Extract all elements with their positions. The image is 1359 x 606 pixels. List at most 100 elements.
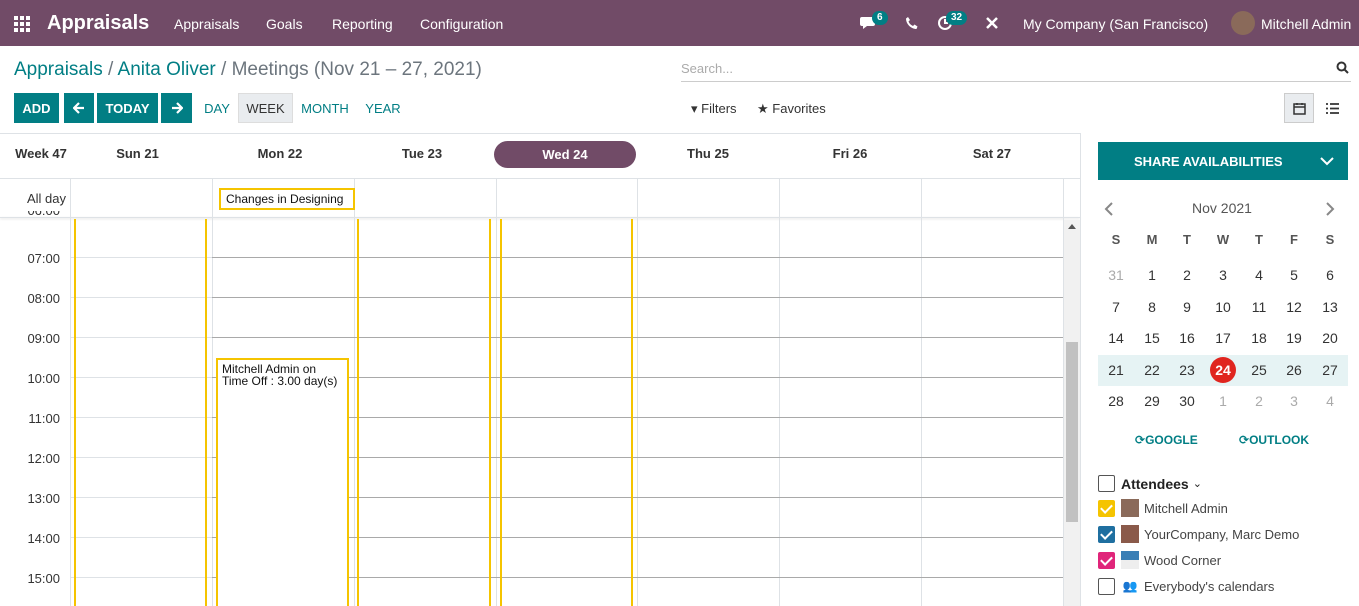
day-header-sun[interactable]: Sun 21: [70, 146, 205, 161]
mini-day[interactable]: 19: [1276, 323, 1312, 353]
mini-day[interactable]: 5: [1276, 260, 1312, 290]
mini-day[interactable]: 27: [1312, 355, 1348, 385]
divider: [0, 178, 1080, 179]
list-view-button[interactable]: [1317, 93, 1347, 123]
scale-year[interactable]: YEAR: [361, 93, 405, 123]
mini-day[interactable]: 10: [1205, 292, 1241, 322]
allday-label: All day: [26, 191, 66, 206]
mini-day[interactable]: 23: [1169, 355, 1205, 385]
user-menu[interactable]: Mitchell Admin: [1261, 16, 1351, 32]
mini-day[interactable]: 18: [1241, 323, 1277, 353]
attendees-header[interactable]: Attendees ⌄: [1098, 475, 1202, 492]
scale-month[interactable]: MONTH: [297, 93, 353, 123]
add-button[interactable]: ADD: [14, 93, 59, 123]
day-header-mon[interactable]: Mon 22: [212, 146, 348, 161]
mini-day-today[interactable]: 24: [1210, 357, 1236, 383]
mini-day[interactable]: 1: [1205, 386, 1241, 416]
chevron-down-icon[interactable]: ⌄: [1193, 477, 1202, 490]
previous-button[interactable]: [64, 93, 94, 123]
messages-badge: 6: [872, 11, 888, 25]
today-button[interactable]: TODAY: [97, 93, 158, 123]
app-title[interactable]: Appraisals: [47, 12, 149, 35]
breadcrumb-employee[interactable]: Anita Oliver: [118, 59, 216, 80]
mini-day[interactable]: 4: [1241, 260, 1277, 290]
calendar-view-button[interactable]: [1284, 93, 1314, 123]
day-header-tue[interactable]: Tue 23: [354, 146, 490, 161]
mini-day[interactable]: 21: [1098, 355, 1134, 385]
google-sync-button[interactable]: ⟳GOOGLE: [1135, 433, 1198, 447]
day-header-thu[interactable]: Thu 25: [638, 146, 778, 161]
attendee-checkbox[interactable]: [1098, 499, 1115, 517]
chevron-down-icon[interactable]: [1320, 156, 1334, 166]
scroll-up-icon[interactable]: [1068, 224, 1076, 229]
mini-day[interactable]: 8: [1134, 292, 1170, 322]
mini-day[interactable]: 2: [1241, 386, 1277, 416]
mini-day[interactable]: 14: [1098, 323, 1134, 353]
attendee-checkbox[interactable]: [1098, 551, 1115, 569]
mini-day[interactable]: 6: [1312, 260, 1348, 290]
time-label: 09:00: [27, 331, 60, 346]
avatar[interactable]: [1231, 11, 1255, 40]
attendee-item[interactable]: YourCompany, Marc Demo: [1098, 525, 1299, 543]
breadcrumb-appraisals[interactable]: Appraisals: [14, 59, 103, 80]
filters-dropdown[interactable]: ▾ Filters: [691, 101, 737, 117]
mini-day[interactable]: 3: [1205, 260, 1241, 290]
mini-day[interactable]: 26: [1276, 355, 1312, 385]
attendee-name: Mitchell Admin: [1144, 500, 1228, 516]
mini-day[interactable]: 12: [1276, 292, 1312, 322]
attendee-item[interactable]: 👥 Everybody's calendars: [1098, 577, 1274, 595]
attendee-checkbox[interactable]: [1098, 525, 1115, 543]
allday-event[interactable]: Changes in Designing: [219, 188, 355, 210]
scroll-thumb[interactable]: [1066, 342, 1078, 522]
calendar-scrollbar[interactable]: [1064, 220, 1080, 606]
menu-configuration[interactable]: Configuration: [420, 16, 503, 32]
column-divider: [779, 179, 780, 606]
company-switcher[interactable]: My Company (San Francisco): [1023, 16, 1208, 32]
day-header-wed-today[interactable]: Wed 24: [494, 141, 636, 168]
mini-day[interactable]: 25: [1241, 355, 1277, 385]
mini-day[interactable]: 9: [1169, 292, 1205, 322]
calendar-event[interactable]: Mitchell Admin on Time Off : 3.00 day(s): [216, 358, 349, 606]
attendees-select-all-checkbox[interactable]: [1098, 475, 1115, 492]
mini-day[interactable]: 29: [1134, 386, 1170, 416]
mini-day[interactable]: 4: [1312, 386, 1348, 416]
phone-icon[interactable]: [905, 16, 919, 35]
menu-appraisals[interactable]: Appraisals: [174, 16, 239, 32]
chevron-left-icon[interactable]: [1104, 202, 1114, 221]
scale-day[interactable]: DAY: [198, 93, 236, 123]
attendee-item[interactable]: Mitchell Admin: [1098, 499, 1228, 517]
mini-day[interactable]: 11: [1241, 292, 1277, 322]
close-icon[interactable]: [985, 16, 999, 35]
mini-day[interactable]: 31: [1098, 260, 1134, 290]
day-header-sat[interactable]: Sat 27: [922, 146, 1062, 161]
favorites-dropdown[interactable]: ★ Favorites: [757, 101, 826, 117]
next-button[interactable]: [161, 93, 192, 123]
attendee-checkbox[interactable]: [1098, 577, 1115, 595]
mini-day[interactable]: 15: [1134, 323, 1170, 353]
mini-day[interactable]: 3: [1276, 386, 1312, 416]
mini-day[interactable]: 20: [1312, 323, 1348, 353]
apps-grid-icon[interactable]: [14, 16, 30, 32]
menu-reporting[interactable]: Reporting: [332, 16, 393, 32]
dow-label: F: [1290, 232, 1298, 247]
mini-day[interactable]: 7: [1098, 292, 1134, 322]
attendee-item[interactable]: Wood Corner: [1098, 551, 1221, 569]
mini-day[interactable]: 30: [1169, 386, 1205, 416]
search-input[interactable]: [681, 56, 1321, 80]
scale-week[interactable]: WEEK: [238, 93, 293, 123]
mini-day[interactable]: 2: [1169, 260, 1205, 290]
list-icon: [1325, 102, 1339, 114]
mini-day[interactable]: 28: [1098, 386, 1134, 416]
menu-goals[interactable]: Goals: [266, 16, 303, 32]
search-icon[interactable]: [1336, 61, 1349, 79]
chevron-right-icon[interactable]: [1325, 202, 1335, 221]
outlook-sync-button[interactable]: ⟳OUTLOOK: [1239, 433, 1309, 447]
mini-day[interactable]: 1: [1134, 260, 1170, 290]
mini-day[interactable]: 22: [1134, 355, 1170, 385]
day-header-fri[interactable]: Fri 26: [780, 146, 920, 161]
mini-day[interactable]: 17: [1205, 323, 1241, 353]
mini-day[interactable]: 16: [1169, 323, 1205, 353]
mini-day[interactable]: 13: [1312, 292, 1348, 322]
share-availabilities-button[interactable]: SHARE AVAILABILITIES: [1098, 142, 1348, 180]
avatar: [1121, 499, 1139, 517]
